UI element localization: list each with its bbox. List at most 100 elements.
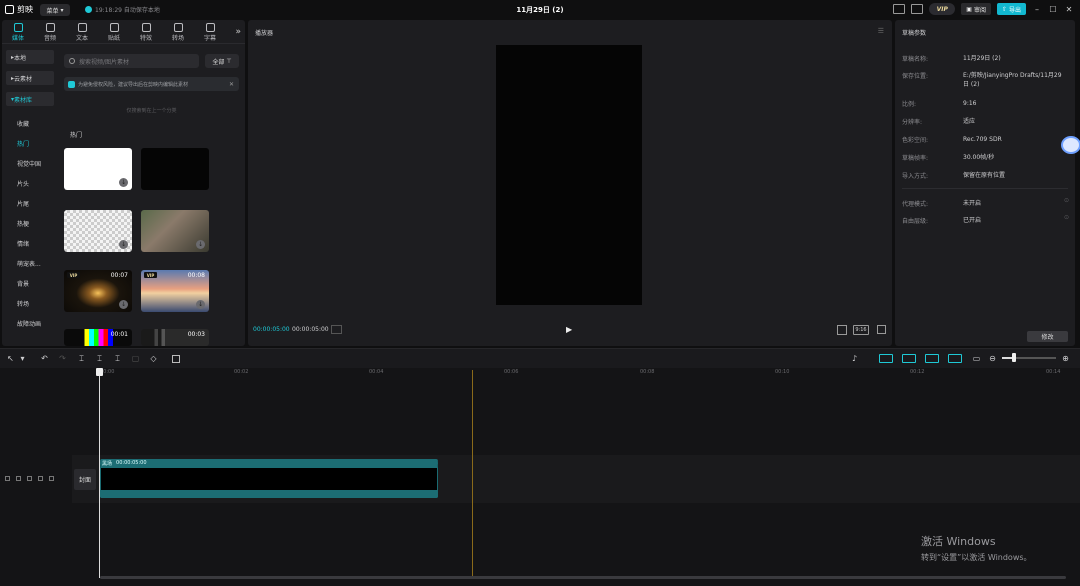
tab-sticker[interactable]: 贴纸 [98, 20, 130, 43]
close-icon[interactable]: ✕ [1064, 4, 1074, 14]
download-icon[interactable]: ↓ [196, 300, 205, 309]
info-icon[interactable]: ⊙ [1064, 214, 1069, 221]
param-label: 草稿名称: [902, 56, 929, 63]
time-ruler[interactable]: 00:00 00:02 00:04 00:06 00:08 00:10 00:1… [100, 368, 1075, 378]
autosave-text: 19:18:29 自动保存本地 [95, 7, 160, 14]
link-icon[interactable] [902, 354, 916, 363]
export-button[interactable]: ⇧ 导出 [996, 3, 1026, 15]
media-thumb[interactable]: ↓ [64, 148, 132, 190]
marker-icon[interactable]: ◇ [149, 354, 158, 363]
tab-media[interactable]: 媒体 [2, 20, 34, 43]
assistant-icon[interactable] [1061, 136, 1080, 154]
fit-screen-icon[interactable] [837, 325, 847, 335]
maximize-icon[interactable]: ☐ [1048, 4, 1058, 14]
horizontal-scrollbar[interactable] [100, 576, 1066, 579]
nav-library[interactable]: ▾ 素材库 [6, 92, 54, 106]
media-thumb[interactable]: VIP 00:08 ↓ [141, 270, 209, 312]
preview-canvas[interactable] [496, 45, 642, 305]
zoom-slider-handle[interactable] [1012, 353, 1016, 362]
nav-sub-item[interactable]: 故障动画 [6, 313, 54, 333]
filter-button[interactable]: 全部 ⊤ [205, 54, 239, 68]
preview-axis-icon[interactable] [925, 354, 939, 363]
image-icon[interactable] [171, 354, 180, 363]
media-thumb[interactable]: VIP 00:07 ↓ [64, 270, 132, 312]
tab-text[interactable]: 文本 [66, 20, 98, 43]
nav-sub-item-selected[interactable]: 热门 [6, 133, 54, 153]
menu-icon[interactable]: ☰ [878, 27, 884, 35]
nav-sub-item[interactable]: 情绪 [6, 233, 54, 253]
close-icon[interactable]: ✕ [229, 81, 234, 88]
clip-name: 黑场 [102, 461, 113, 467]
section-title: 热门 [70, 132, 83, 139]
nav-sub-item[interactable]: 转场 [6, 293, 54, 313]
minimize-icon[interactable]: – [1032, 4, 1042, 14]
undo-icon[interactable]: ↶ [40, 354, 49, 363]
download-icon[interactable]: ↓ [119, 240, 128, 249]
media-thumb[interactable]: ↓ [64, 210, 132, 252]
lock-icon[interactable] [16, 476, 21, 481]
microphone-icon[interactable]: ♪ [850, 354, 859, 363]
download-icon[interactable]: ↓ [119, 178, 128, 187]
caption-icon[interactable]: ▭ [972, 354, 981, 363]
search-input[interactable]: 搜索视频/图片素材 [64, 54, 199, 68]
draft-param-row: 保存位置: E:/剪映/JianyingPro Drafts/11月29日 (2) [902, 71, 1070, 89]
playhead-handle[interactable] [96, 368, 103, 376]
delete-icon[interactable]: ▢ [131, 354, 140, 363]
export-label: 导出 [1008, 6, 1021, 14]
download-icon[interactable]: ↓ [196, 240, 205, 249]
nav-sub-item[interactable]: 热梗 [6, 213, 54, 233]
layout-icon[interactable] [893, 4, 906, 14]
nav-sub-item[interactable]: 片头 [6, 173, 54, 193]
split-icon[interactable]: ⌶ [77, 354, 86, 363]
modify-button[interactable]: 修改 [1027, 331, 1068, 342]
align-icon[interactable] [948, 354, 962, 363]
eye-icon[interactable] [27, 476, 32, 481]
tab-transition[interactable]: 转场 [162, 20, 194, 43]
tab-effects[interactable]: 特效 [130, 20, 162, 43]
trim-right-icon[interactable]: ⌶ [113, 354, 122, 363]
tab-audio[interactable]: 音频 [34, 20, 66, 43]
select-cursor-icon[interactable]: ↖ [6, 354, 15, 363]
playhead[interactable] [99, 369, 100, 578]
track-cover-icon[interactable] [5, 476, 10, 481]
more-icon[interactable] [49, 476, 54, 481]
frame-marker-icon[interactable] [331, 325, 342, 334]
redo-icon[interactable]: ↷ [58, 354, 67, 363]
fullscreen-icon[interactable] [877, 325, 886, 334]
cover-button[interactable]: 封面 [74, 469, 96, 490]
subtitle-icon [205, 23, 215, 32]
download-icon[interactable]: ↓ [119, 300, 128, 309]
snap-icon[interactable] [879, 354, 893, 363]
nav-sub-item[interactable]: 收藏 [6, 113, 54, 133]
capcut-logo-icon [5, 5, 14, 14]
info-icon[interactable]: ⊙ [1064, 197, 1069, 204]
play-icon[interactable]: ▶ [566, 325, 572, 334]
display-mode-icon[interactable] [911, 4, 924, 14]
media-thumb[interactable] [141, 148, 209, 190]
nav-local[interactable]: ▸ 本地 [6, 50, 54, 64]
menu-button[interactable]: 菜单 ▾ [40, 4, 70, 16]
nav-sub-item[interactable]: 视觉中国 [6, 153, 54, 173]
nav-cloud[interactable]: ▸ 云素材 [6, 71, 54, 85]
nav-sub-item[interactable]: 背景 [6, 273, 54, 293]
chevron-down-icon[interactable]: ▾ [18, 354, 27, 363]
vip-badge[interactable]: VIP [929, 3, 956, 15]
search-icon [69, 58, 75, 64]
media-thumb[interactable]: ↓ [141, 210, 209, 252]
ratio-button[interactable]: 9:16 [853, 325, 869, 335]
shield-icon [68, 80, 75, 88]
zoom-out-icon[interactable]: ⊖ [988, 354, 997, 363]
nav-sub-item[interactable]: 萌宠表... [6, 253, 54, 273]
review-button[interactable]: ▣ 审阅 [961, 3, 991, 15]
app-name: 剪映 [17, 5, 33, 14]
nav-sub-item[interactable]: 片尾 [6, 193, 54, 213]
tab-subtitle[interactable]: 字幕 [194, 20, 226, 43]
current-time: 00:00:05:00 [253, 326, 290, 333]
chevron-right-icon[interactable]: » [235, 27, 241, 37]
speaker-icon[interactable] [38, 476, 43, 481]
trim-left-icon[interactable]: ⌶ [95, 354, 104, 363]
media-thumb[interactable]: 00:03 [141, 329, 209, 346]
media-thumb[interactable]: 00:01 [64, 329, 132, 346]
zoom-in-icon[interactable]: ⊕ [1061, 354, 1070, 363]
watermark-line-1: 激活 Windows [921, 535, 996, 548]
